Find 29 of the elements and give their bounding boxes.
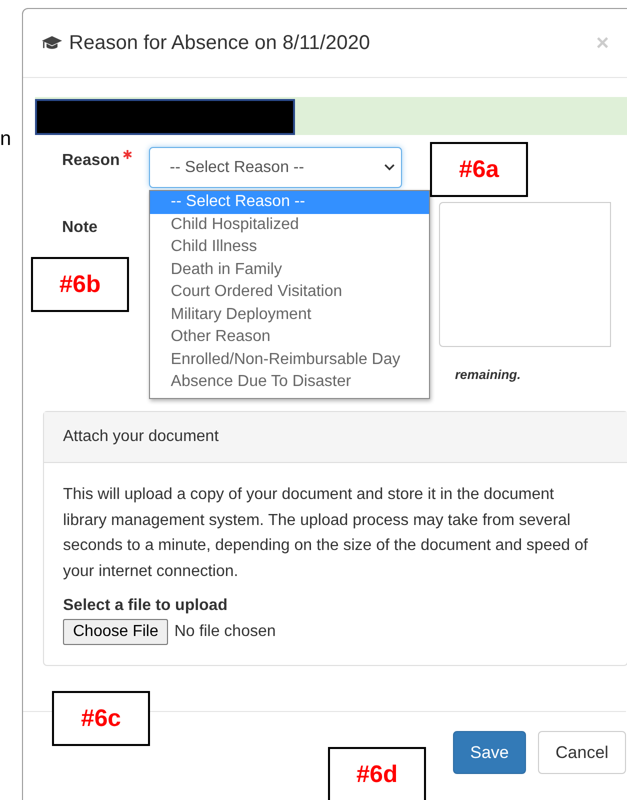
panel-heading: Attach your document (44, 412, 627, 463)
dropdown-option[interactable]: Child Hospitalized (150, 214, 429, 236)
dropdown-option[interactable]: Military Deployment (150, 304, 429, 326)
dropdown-option[interactable]: Child Illness (150, 236, 429, 258)
reason-label: Reason (62, 151, 120, 170)
dropdown-option[interactable]: -- Select Reason -- (150, 191, 429, 214)
graduation-cap-icon (41, 34, 63, 52)
background-text: n (0, 128, 12, 151)
chevron-down-icon (384, 164, 395, 171)
dropdown-option[interactable]: Other Reason (150, 326, 429, 348)
upload-description: This will upload a copy of your document and store it in the document library management system. The upload process may take from several seconds to a minute, depending on the size of the document and speed of your internet connection. (63, 485, 589, 582)
modal-title: Reason for Absence on 8/11/2020 (69, 32, 370, 54)
save-button[interactable]: Save (453, 731, 526, 774)
dropdown-option[interactable]: Death in Family (150, 258, 429, 281)
reason-select[interactable]: -- Select Reason -- (148, 147, 402, 188)
callout-label: #6d (328, 747, 426, 800)
callout-label: #6a (430, 142, 528, 197)
cancel-button[interactable]: Cancel (538, 731, 626, 774)
dropdown-option[interactable]: Court Ordered Visitation (150, 281, 429, 304)
choose-file-button[interactable]: Choose File (63, 619, 168, 645)
callout-label: #6c (52, 691, 150, 746)
characters-remaining-text: remaining. (455, 367, 522, 382)
dropdown-option[interactable]: Enrolled/Non-Reimbursable Day (150, 348, 429, 371)
dropdown-option[interactable]: Absence Due To Disaster (150, 371, 429, 394)
file-upload-label: Select a file to upload (63, 597, 228, 615)
note-label: Note (62, 218, 98, 237)
callout-label: #6b (31, 257, 129, 312)
file-status-text: No file chosen (174, 623, 276, 641)
note-textarea[interactable] (438, 202, 611, 347)
